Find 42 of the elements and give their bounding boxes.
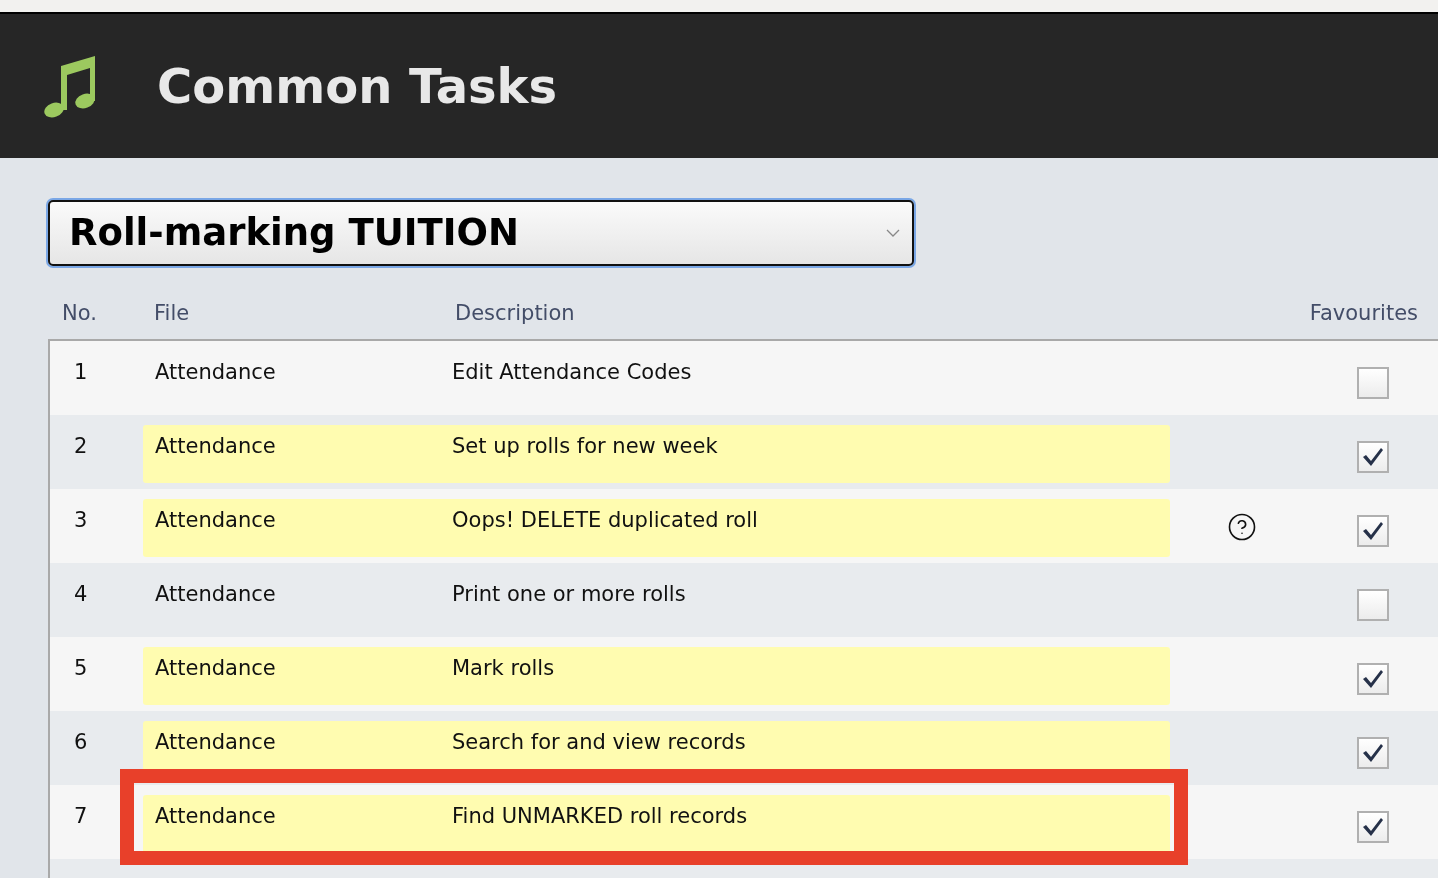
help-icon[interactable]	[1227, 512, 1257, 542]
description-cell: Set up rolls for new week	[452, 434, 718, 459]
description-cell: Search for and view records	[452, 730, 746, 755]
favourite-checkbox[interactable]	[1357, 811, 1389, 843]
file-cell-text: Attendance	[155, 804, 277, 829]
check-icon	[1362, 521, 1384, 541]
row-number: 6	[73, 729, 89, 756]
music-note-icon	[44, 54, 98, 118]
column-header: Description	[455, 301, 576, 326]
favourite-checkbox[interactable]	[1357, 367, 1389, 399]
row-number: 3	[73, 507, 89, 534]
description-cell: Print one or more rolls	[452, 582, 686, 607]
favourite-checkbox[interactable]	[1357, 441, 1389, 473]
check-icon	[1362, 817, 1384, 837]
description-cell: Mark rolls	[452, 656, 555, 681]
favourite-checkbox[interactable]	[1357, 737, 1389, 769]
favourite-checkbox[interactable]	[1357, 589, 1389, 621]
description-cell: Oops! DELETE duplicated roll	[452, 508, 758, 533]
row-number: 2	[73, 433, 89, 460]
page-title: Common Tasks	[157, 62, 558, 110]
column-header: File	[154, 301, 191, 326]
task-set-dropdown[interactable]: Roll-marking TUITION	[48, 200, 914, 266]
description-cell: Edit Attendance Codes	[452, 360, 692, 385]
file-cell-text: Attendance	[155, 434, 277, 459]
check-icon	[1362, 743, 1384, 763]
column-header: No.	[61, 301, 98, 326]
file-cell-text: Attendance	[155, 360, 277, 385]
check-icon	[1362, 669, 1384, 689]
column-header: Favourites	[1309, 301, 1419, 326]
description-cell: Find UNMARKED roll records	[452, 804, 748, 829]
file-cell-text: Attendance	[155, 508, 277, 533]
row-number: 4	[73, 581, 89, 608]
chevron-down-icon	[886, 229, 900, 237]
row-number: 1	[73, 359, 89, 386]
file-cell-text: Attendance	[155, 582, 277, 607]
file-cell-text: Attendance	[155, 656, 277, 681]
row-number: 5	[73, 655, 89, 682]
favourite-checkbox[interactable]	[1357, 515, 1389, 547]
favourite-checkbox[interactable]	[1357, 663, 1389, 695]
check-icon	[1362, 447, 1384, 467]
row-number: 7	[73, 803, 89, 830]
file-cell-text: Attendance	[155, 730, 277, 755]
